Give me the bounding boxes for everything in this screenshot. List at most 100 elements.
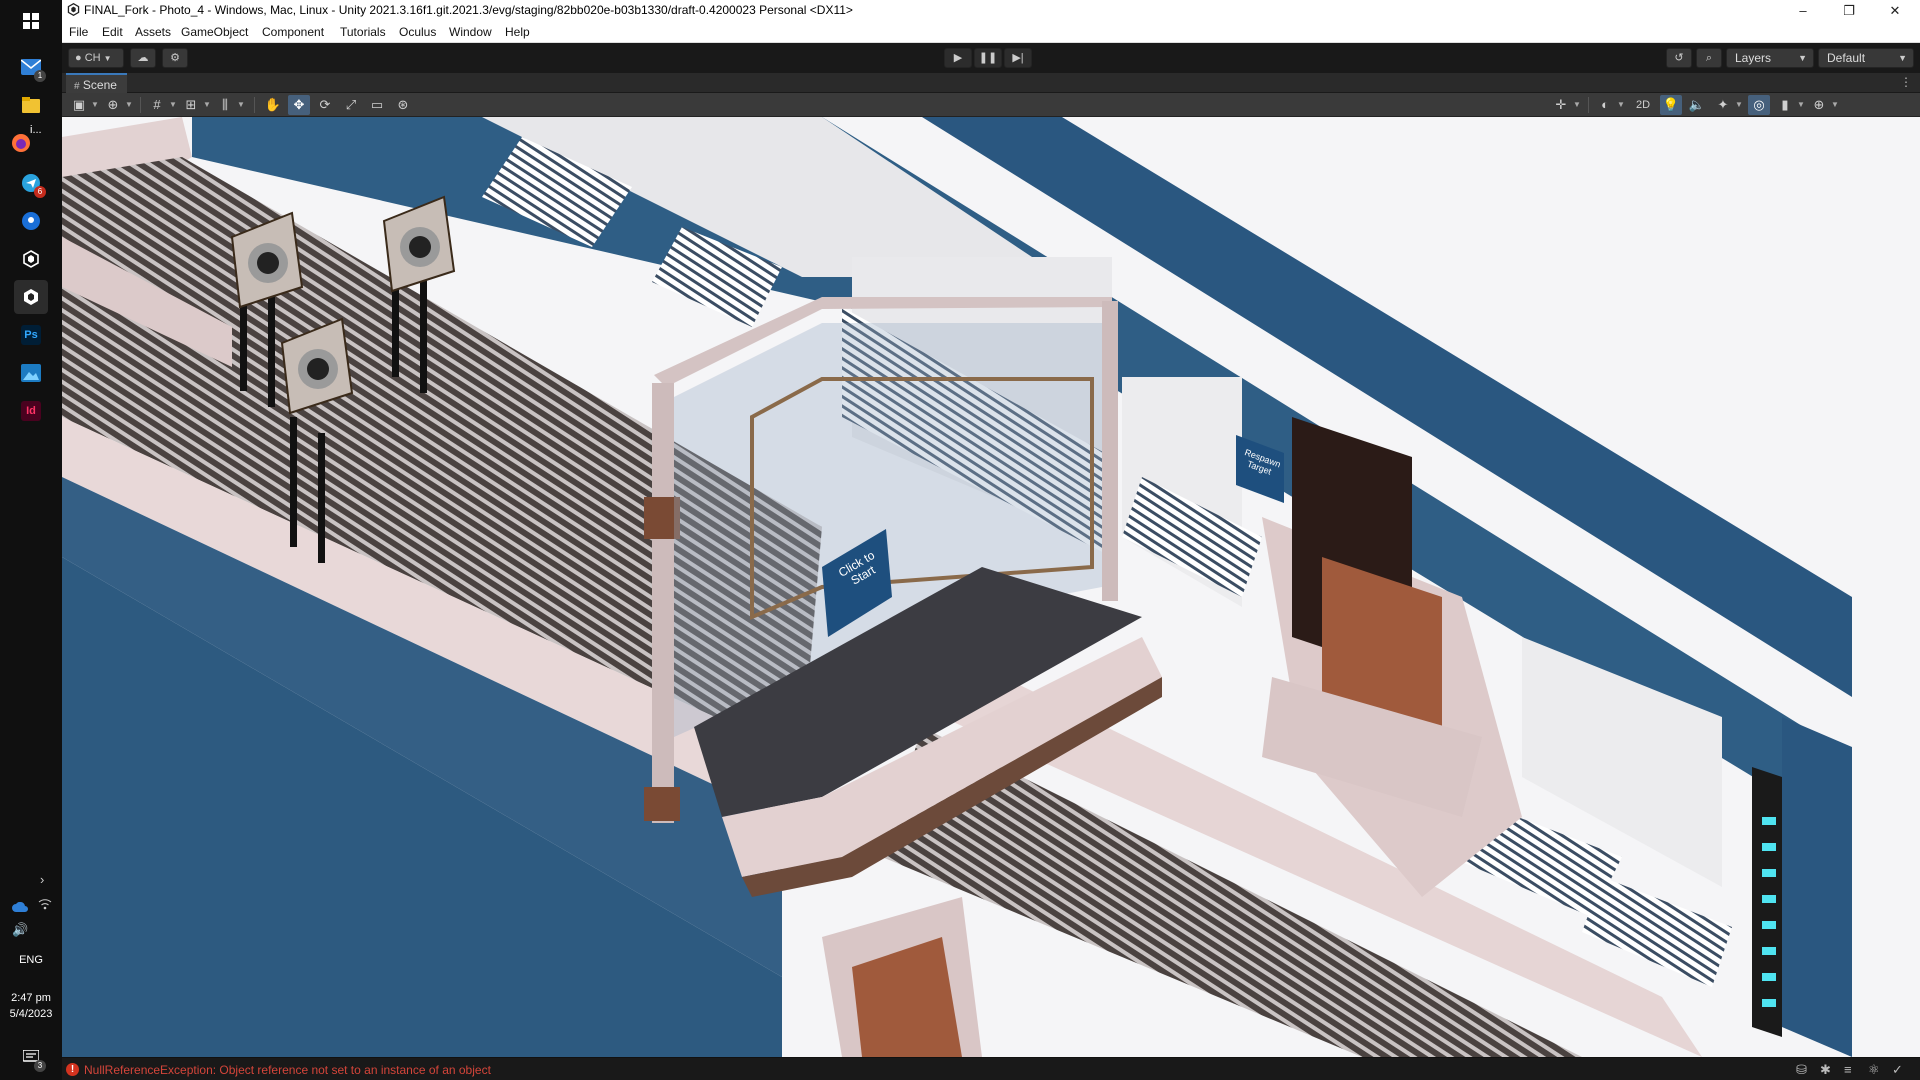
separator <box>140 97 141 113</box>
menu-component[interactable]: Component <box>262 25 324 39</box>
scene-tab-row: # Scene ⋮ <box>62 73 1920 93</box>
grid-snap-icon[interactable]: # <box>146 95 168 115</box>
telegram-icon[interactable]: 6 <box>14 166 48 200</box>
pause-button[interactable]: ❚❚ <box>974 48 1002 68</box>
draw-mode-icon[interactable]: ▣ <box>68 95 90 115</box>
move-tool-icon[interactable]: ✥ <box>288 95 310 115</box>
status-error-message[interactable]: NullReferenceException: Object reference… <box>84 1063 491 1077</box>
align-snap-icon[interactable]: ⫼ <box>214 95 236 115</box>
minimize-button[interactable]: – <box>1780 0 1826 22</box>
volume-icon[interactable]: 🔊 <box>12 922 28 938</box>
separator <box>254 97 255 113</box>
clock-time[interactable]: 2:47 pm <box>0 992 62 1004</box>
effects-toggle-icon[interactable]: ✦ <box>1712 95 1734 115</box>
maps-pin-icon[interactable] <box>14 204 48 238</box>
auto-generate-lighting-icon[interactable]: ⚛ <box>1868 1062 1880 1078</box>
chevron-down-icon[interactable]: ▼ <box>1830 95 1840 115</box>
rotate-tool-icon[interactable]: ⟳ <box>314 95 336 115</box>
globe-orientation-icon[interactable]: ⊕ <box>102 95 124 115</box>
bug-icon[interactable]: ✱ <box>1820 1062 1831 1078</box>
collab-status-icon[interactable]: ⛁ <box>1796 1062 1807 1078</box>
kebab-menu-icon[interactable]: ⋮ <box>1900 75 1912 89</box>
menu-oculus[interactable]: Oculus <box>399 25 436 39</box>
photoshop-icon[interactable]: Ps <box>14 318 48 352</box>
windows-taskbar: 1 i... 6 Ps Id › 🔊 ENG 2:47 pm 5/4/2023 … <box>0 0 62 1080</box>
history-button[interactable]: ↺ <box>1666 48 1692 68</box>
close-button[interactable]: ✕ <box>1872 0 1918 22</box>
chevron-down-icon[interactable]: ▼ <box>1796 95 1806 115</box>
chevron-down-icon[interactable]: ▼ <box>168 95 178 115</box>
lighting-toggle-icon[interactable]: 💡 <box>1660 95 1682 115</box>
menu-gameobject[interactable]: GameObject <box>181 25 248 39</box>
tab-scene[interactable]: # Scene <box>66 73 127 93</box>
restore-button[interactable]: ❐ <box>1826 0 1872 22</box>
history-icon: ↺ <box>1674 52 1684 64</box>
wifi-icon[interactable] <box>38 898 52 913</box>
status-bar[interactable]: ! NullReferenceException: Object referen… <box>62 1057 1920 1080</box>
gizmos-icon[interactable]: ⊕ <box>1808 95 1830 115</box>
mail-badge: 1 <box>34 70 46 82</box>
menu-help[interactable]: Help <box>505 25 530 39</box>
status-check-icon[interactable]: ✓ <box>1892 1062 1903 1078</box>
chevron-down-icon[interactable]: ▼ <box>1572 95 1582 115</box>
chevron-down-icon[interactable]: ▼ <box>202 95 212 115</box>
search-button[interactable]: ⌕ <box>1696 48 1722 68</box>
chevron-right-icon[interactable]: › <box>40 872 44 887</box>
mail-app-icon[interactable]: 1 <box>14 50 48 84</box>
unity-hub-icon[interactable] <box>14 242 48 276</box>
indesign-icon[interactable]: Id <box>14 394 48 428</box>
scale-tool-icon[interactable]: ⤢ <box>340 95 362 115</box>
layout-dropdown[interactable]: Default ▼ <box>1818 48 1914 68</box>
photos-app-icon[interactable] <box>14 356 48 390</box>
chevron-down-icon[interactable]: ▼ <box>124 95 134 115</box>
account-dropdown[interactable]: ● CH ▼ <box>68 48 124 68</box>
chevron-down-icon[interactable]: ▼ <box>1616 95 1626 115</box>
unity-editor-window: FINAL_Fork - Photo_4 - Windows, Mac, Lin… <box>62 0 1920 1080</box>
windows-start-icon[interactable] <box>14 4 48 38</box>
scene-camera-icon[interactable]: ▮ <box>1774 95 1796 115</box>
pivot-gizmo-icon[interactable]: ✛ <box>1550 95 1572 115</box>
progress-icon[interactable]: ≡ <box>1844 1062 1852 1077</box>
step-icon: ▶| <box>1012 52 1024 64</box>
window-titlebar: FINAL_Fork - Photo_4 - Windows, Mac, Lin… <box>62 0 1920 22</box>
chevron-down-icon: ▼ <box>1898 53 1907 63</box>
step-button[interactable]: ▶| <box>1004 48 1032 68</box>
scene-tab-label: Scene <box>82 78 117 92</box>
chevron-down-icon: ▼ <box>103 54 112 63</box>
menu-assets[interactable]: Assets <box>135 25 171 39</box>
transform-tool-icon[interactable]: ⊛ <box>392 95 414 115</box>
hand-tool-icon[interactable]: ✋ <box>262 95 284 115</box>
play-button[interactable]: ▶ <box>944 48 972 68</box>
scene-render <box>62 117 1920 1057</box>
toggle-2d-button[interactable]: 2D <box>1630 95 1656 115</box>
increment-snap-icon[interactable]: ⊞ <box>180 95 202 115</box>
scene-viewport[interactable]: Click to Start Respawn Target <box>62 117 1920 1057</box>
shading-mode-icon[interactable]: ◐ <box>1594 95 1616 115</box>
audio-toggle-icon[interactable]: 🔈 <box>1686 95 1708 115</box>
collab-button[interactable]: ⚙ <box>162 48 188 68</box>
menu-edit[interactable]: Edit <box>102 25 123 39</box>
chevron-down-icon[interactable]: ▼ <box>90 95 100 115</box>
onedrive-cloud-icon[interactable] <box>12 900 28 915</box>
pause-icon: ❚❚ <box>978 52 998 64</box>
menu-window[interactable]: Window <box>449 25 492 39</box>
cloud-button[interactable]: ☁ <box>130 48 156 68</box>
account-label: CH <box>84 52 101 64</box>
telegram-badge: 6 <box>34 186 46 198</box>
clock-date[interactable]: 5/4/2023 <box>0 1008 62 1020</box>
chevron-down-icon[interactable]: ▼ <box>236 95 246 115</box>
firefox-label: i... <box>30 124 42 136</box>
layers-dropdown[interactable]: Layers ▼ <box>1726 48 1814 68</box>
file-explorer-icon[interactable] <box>14 88 48 122</box>
menu-tutorials[interactable]: Tutorials <box>340 25 386 39</box>
hidden-objects-icon[interactable]: ◎ <box>1748 95 1770 115</box>
unity-editor-icon[interactable] <box>14 280 48 314</box>
menu-file[interactable]: File <box>69 25 88 39</box>
chevron-down-icon[interactable]: ▼ <box>1734 95 1744 115</box>
unity-logo-icon <box>66 2 81 18</box>
input-language[interactable]: ENG <box>0 954 62 966</box>
rect-tool-icon[interactable]: ▭ <box>366 95 388 115</box>
notifications-icon[interactable]: 3 <box>14 1040 48 1074</box>
play-icon: ▶ <box>953 52 963 64</box>
window-title: FINAL_Fork - Photo_4 - Windows, Mac, Lin… <box>84 3 853 17</box>
